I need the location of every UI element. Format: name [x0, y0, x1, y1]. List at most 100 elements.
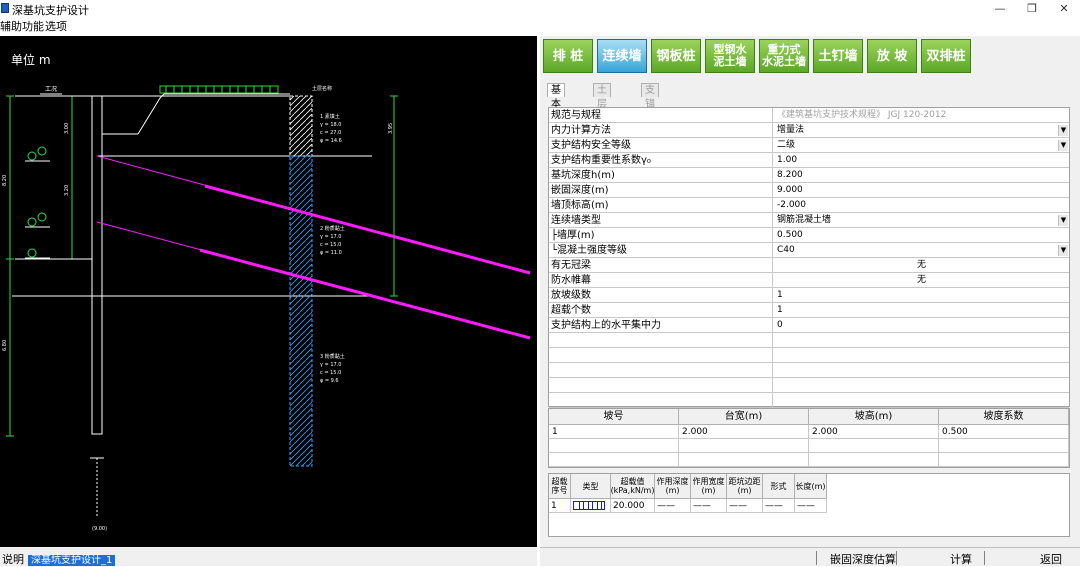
slope-button[interactable]: 放 坡: [867, 39, 917, 73]
slope-table-cell[interactable]: [549, 453, 679, 467]
soil-nail-button[interactable]: 土钉墙: [813, 39, 863, 73]
drawing-canvas[interactable]: 单位 m 8.20 6.80 3.00 3.20 工况 (9.00) 土层名称 …: [0, 36, 537, 547]
gravity-wall-button[interactable]: 重力式 水泥土墙: [759, 39, 809, 73]
tab-basic-info[interactable]: 基本信息: [547, 83, 565, 138]
property-row: 嵌固深度(m) 9.000: [549, 183, 1069, 198]
property-row-empty: [549, 363, 1069, 378]
dropdown-arrow-icon[interactable]: ▼: [1058, 125, 1068, 136]
property-name: 基坑深度h(m): [549, 168, 773, 183]
slope-table-cell[interactable]: [679, 453, 809, 467]
menu-options[interactable]: 选项: [45, 18, 67, 34]
return-button[interactable]: 返回: [1040, 551, 1062, 567]
surcharge-table: 超载序号 类型 超载值(kPa,kN/m) 作用深度(m) 作用宽度(m) 距坑边距(m)…: [548, 473, 1070, 537]
dropdown-arrow-icon[interactable]: ▼: [1058, 140, 1068, 151]
slope-table-cell[interactable]: 2.000: [809, 425, 939, 439]
restore-button[interactable]: ❐: [1017, 0, 1047, 17]
property-value[interactable]: 无: [774, 273, 1069, 288]
property-name: 连续墙类型: [549, 213, 773, 228]
svg-text:2 粉质黏土: 2 粉质黏土: [320, 225, 345, 232]
property-name: [549, 363, 773, 378]
property-row: 内力计算方法 增量法 ▼: [549, 123, 1069, 138]
tab-soil-info[interactable]: 土层信息: [593, 83, 611, 138]
dropdown-arrow-icon[interactable]: ▼: [1058, 245, 1068, 256]
dim-embed: (9.00): [92, 526, 107, 532]
property-name: [549, 393, 773, 408]
property-value[interactable]: 9.000: [774, 183, 1069, 198]
property-value[interactable]: 0: [774, 318, 1069, 333]
app-icon: [1, 3, 9, 13]
property-name: 内力计算方法: [549, 123, 773, 138]
svg-text:c = 27.0: c = 27.0: [320, 130, 341, 136]
double-pile-button[interactable]: 双排桩: [921, 39, 971, 73]
load-table-header: 长度(m): [795, 474, 827, 499]
load-table-cell[interactable]: 1: [549, 499, 571, 513]
slope-table-cell[interactable]: 1: [549, 425, 679, 439]
load-type-cell[interactable]: [571, 499, 611, 513]
dim-left-2: 6.80: [2, 340, 8, 351]
property-value[interactable]: 增量法: [774, 123, 1069, 138]
property-value[interactable]: 《建筑基坑支护技术规程》 JGJ 120-2012: [774, 108, 1069, 123]
property-name: [549, 348, 773, 363]
property-name: [549, 378, 773, 393]
layer2-info: 2 粉质黏土 γ = 17.0 c = 15.0 φ = 11.0: [320, 225, 345, 256]
calculate-button[interactable]: 计算: [950, 551, 972, 567]
slope-table-cell[interactable]: 0.500: [939, 425, 1069, 439]
svg-text:c = 15.0: c = 15.0: [320, 370, 341, 376]
slope-table-cell[interactable]: [809, 453, 939, 467]
slope-table-cell[interactable]: [809, 439, 939, 453]
slope-table-cell[interactable]: [549, 439, 679, 453]
smw-wall-button[interactable]: 型钢水 泥土墙: [705, 39, 755, 73]
property-value[interactable]: 二级: [774, 138, 1069, 153]
property-row-empty: [549, 393, 1069, 408]
sheet-pile-button[interactable]: 钢板桩: [651, 39, 701, 73]
load-table-cell[interactable]: 20.000: [611, 499, 655, 513]
dropdown-arrow-icon[interactable]: ▼: [1058, 215, 1068, 226]
diaphragm-wall-button[interactable]: 连续墙: [597, 39, 647, 73]
slope-table-cell[interactable]: [939, 439, 1069, 453]
right-panel: 排 桩 连续墙 钢板桩 型钢水 泥土墙 重力式 水泥土墙 土钉墙 放 坡 双排桩 基…: [540, 36, 1080, 566]
property-name: ├墙厚(m): [549, 228, 773, 243]
status-field[interactable]: 深基坑支护设计_1: [28, 555, 116, 566]
surcharge-load: [159, 85, 279, 94]
property-row: 支护结构上的水平集中力 0: [549, 318, 1069, 333]
property-value[interactable]: 1: [774, 288, 1069, 303]
soil-column-layer2: [289, 155, 313, 467]
slope-table-cell[interactable]: [939, 453, 1069, 467]
title-bar: 深基坑支护设计 — ❐ ✕: [0, 0, 1080, 17]
svg-text:γ = 17.0: γ = 17.0: [320, 234, 341, 240]
load-table-cell[interactable]: ——: [763, 499, 795, 513]
load-table-cell[interactable]: ——: [655, 499, 691, 513]
slope-table-cell[interactable]: 2.000: [679, 425, 809, 439]
property-row: └混凝土强度等级 C40 ▼: [549, 243, 1069, 258]
property-value[interactable]: 钢筋混凝土墙: [774, 213, 1069, 228]
property-value[interactable]: C40: [774, 243, 1069, 258]
pile-row-button[interactable]: 排 桩: [543, 39, 593, 73]
property-name: 支护结构重要性系数γ₀: [549, 153, 773, 168]
property-name: [549, 333, 773, 348]
property-value[interactable]: 无: [774, 258, 1069, 273]
property-value[interactable]: -2.000: [774, 198, 1069, 213]
minimize-button[interactable]: —: [985, 0, 1015, 17]
load-table-cell[interactable]: ——: [727, 499, 763, 513]
load-table-cell[interactable]: ——: [795, 499, 827, 513]
load-table-header: 超载值(kPa,kN/m): [611, 474, 655, 499]
layer3-info: 3 粉质黏土 γ = 17.0 c = 15.0 φ = 9.6: [320, 353, 345, 384]
svg-text:c = 15.0: c = 15.0: [320, 242, 341, 248]
load-table-cell[interactable]: ——: [691, 499, 727, 513]
soil-layer-header: 土层名称: [312, 85, 332, 92]
close-button[interactable]: ✕: [1049, 0, 1079, 17]
property-value[interactable]: 1: [774, 303, 1069, 318]
property-row: ├墙厚(m) 0.500: [549, 228, 1069, 243]
embed-depth-estimate-button[interactable]: 嵌固深度估算: [830, 551, 896, 567]
dim-inner-2: 3.20: [64, 185, 70, 196]
property-value[interactable]: 8.200: [774, 168, 1069, 183]
property-name: 防水帷幕: [549, 273, 773, 288]
slope-table-cell[interactable]: [679, 439, 809, 453]
slope-table: 坡号 台宽(m) 坡高(m) 坡度系数 1 2.000 2.000 0.500: [548, 408, 1070, 468]
property-value[interactable]: 1.00: [774, 153, 1069, 168]
property-row: 支护结构重要性系数γ₀ 1.00: [549, 153, 1069, 168]
menu-assist[interactable]: 辅助功能: [0, 18, 44, 34]
tab-anchor-info[interactable]: 支锚信息: [641, 83, 659, 138]
svg-text:φ = 11.0: φ = 11.0: [320, 250, 342, 256]
property-value[interactable]: 0.500: [774, 228, 1069, 243]
